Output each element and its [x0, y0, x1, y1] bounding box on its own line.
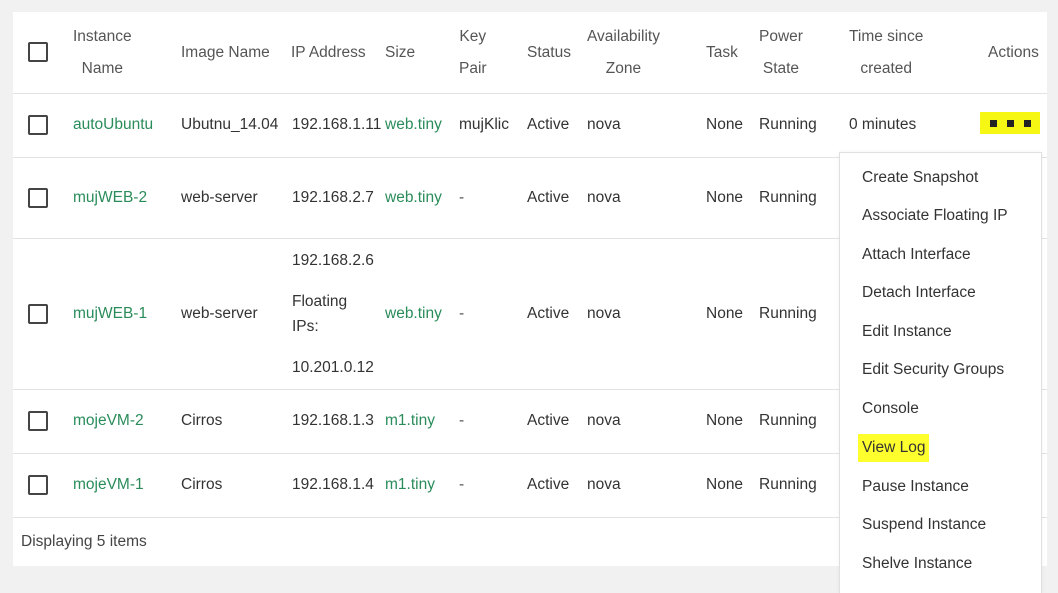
- menu-item-detach-interface[interactable]: Detach Interface: [862, 279, 976, 307]
- image-name: web-server: [181, 304, 258, 322]
- header-key-pair[interactable]: Key Pair: [459, 12, 487, 93]
- ip-address: 192.168.1.4: [292, 476, 374, 493]
- availability-zone: nova: [587, 476, 621, 493]
- menu-item-shelve-instance[interactable]: Shelve Instance: [862, 550, 972, 578]
- floating-ip: 10.201.0.12: [292, 358, 374, 376]
- header-status[interactable]: Status: [527, 12, 571, 93]
- status: Active: [527, 304, 570, 322]
- more-dot-icon: [1023, 119, 1031, 127]
- power-state: Running: [759, 476, 817, 493]
- table-header: Instance Name Image Name IP Address Size…: [13, 12, 1047, 94]
- status: Active: [527, 412, 570, 429]
- instance-name-link[interactable]: mojeVM-2: [73, 389, 144, 453]
- key-pair: mujKlic: [459, 116, 509, 133]
- header-ip-address[interactable]: IP Address: [291, 12, 366, 93]
- ip-address: 192.168.1.3: [292, 412, 374, 429]
- key-pair: -: [459, 476, 465, 493]
- menu-item-create-snapshot[interactable]: Create Snapshot: [862, 164, 978, 192]
- row-actions-more-button[interactable]: [980, 112, 1040, 134]
- size-link[interactable]: web.tiny: [385, 93, 442, 157]
- status: Active: [527, 476, 570, 493]
- ip-address-stack: 192.168.2.6 Floating IPs: 10.201.0.12: [292, 238, 374, 389]
- ip-address: 192.168.2.7: [292, 188, 374, 206]
- availability-zone: nova: [587, 412, 621, 429]
- image-name: Cirros: [181, 412, 223, 429]
- power-state: Running: [759, 116, 817, 133]
- select-all-checkbox[interactable]: [28, 42, 48, 62]
- item-count: Displaying 5 items: [21, 533, 147, 550]
- image-name: Ubutnu_14.04: [181, 116, 279, 133]
- floating-ips-label: Floating: [292, 292, 348, 310]
- status: Active: [527, 188, 570, 206]
- row-checkbox[interactable]: [28, 115, 48, 135]
- header-size[interactable]: Size: [385, 12, 415, 93]
- more-dot-icon: [989, 119, 997, 127]
- task: None: [706, 188, 744, 206]
- key-pair: -: [459, 412, 465, 429]
- row-checkbox[interactable]: [28, 411, 48, 431]
- menu-item-attach-interface[interactable]: Attach Interface: [862, 241, 971, 269]
- ip-address: 192.168.2.6: [292, 251, 374, 269]
- availability-zone: nova: [587, 188, 621, 206]
- power-state: Running: [759, 412, 817, 429]
- menu-item-edit-instance[interactable]: Edit Instance: [862, 318, 952, 346]
- header-actions: Actions: [988, 43, 1039, 61]
- menu-item-console[interactable]: Console: [862, 395, 919, 423]
- task: None: [706, 116, 744, 133]
- menu-item-edit-security-groups[interactable]: Edit Security Groups: [862, 356, 1004, 384]
- key-pair: -: [459, 304, 465, 322]
- size-link[interactable]: m1.tiny: [385, 453, 435, 517]
- header-availability-zone[interactable]: Availability Zone: [587, 12, 660, 93]
- size-link[interactable]: m1.tiny: [385, 389, 435, 453]
- image-name: web-server: [181, 188, 258, 206]
- task: None: [706, 304, 744, 322]
- size-link[interactable]: web.tiny: [385, 157, 442, 238]
- size-link[interactable]: web.tiny: [385, 238, 442, 389]
- table-row: autoUbuntu Ubutnu_14.04 192.168.1.11 web…: [13, 93, 1047, 158]
- row-checkbox[interactable]: [28, 475, 48, 495]
- floating-ips-label: IPs:: [292, 317, 319, 335]
- task: None: [706, 412, 744, 429]
- header-power-state[interactable]: Power State: [759, 12, 803, 93]
- header-image-name[interactable]: Image Name: [181, 12, 270, 93]
- power-state: Running: [759, 304, 817, 322]
- time-since-created: 0 minutes: [849, 116, 917, 133]
- availability-zone: nova: [587, 304, 621, 322]
- row-checkbox[interactable]: [28, 188, 48, 208]
- ip-address: 192.168.1.11: [292, 116, 382, 133]
- menu-item-associate-floating-ip[interactable]: Associate Floating IP: [862, 202, 1008, 230]
- menu-item-suspend-instance[interactable]: Suspend Instance: [862, 511, 986, 539]
- status: Active: [527, 116, 570, 133]
- key-pair: -: [459, 188, 465, 206]
- power-state: Running: [759, 188, 817, 206]
- instance-name-link[interactable]: mojeVM-1: [73, 453, 144, 517]
- more-dot-icon: [1006, 119, 1014, 127]
- instance-name-link[interactable]: mujWEB-1: [73, 238, 147, 389]
- instance-name-link[interactable]: autoUbuntu: [73, 93, 153, 157]
- header-time-since-created[interactable]: Time since created: [849, 12, 923, 93]
- task: None: [706, 476, 744, 493]
- row-checkbox[interactable]: [28, 304, 48, 324]
- header-instance-name[interactable]: Instance Name: [73, 12, 132, 93]
- header-task[interactable]: Task: [706, 12, 738, 93]
- instance-name-link[interactable]: mujWEB-2: [73, 157, 147, 238]
- menu-item-view-log[interactable]: View Log: [858, 434, 930, 462]
- actions-dropdown-menu: Create Snapshot Associate Floating IP At…: [839, 152, 1042, 593]
- image-name: Cirros: [181, 476, 223, 493]
- availability-zone: nova: [587, 116, 621, 133]
- menu-item-pause-instance[interactable]: Pause Instance: [862, 473, 969, 501]
